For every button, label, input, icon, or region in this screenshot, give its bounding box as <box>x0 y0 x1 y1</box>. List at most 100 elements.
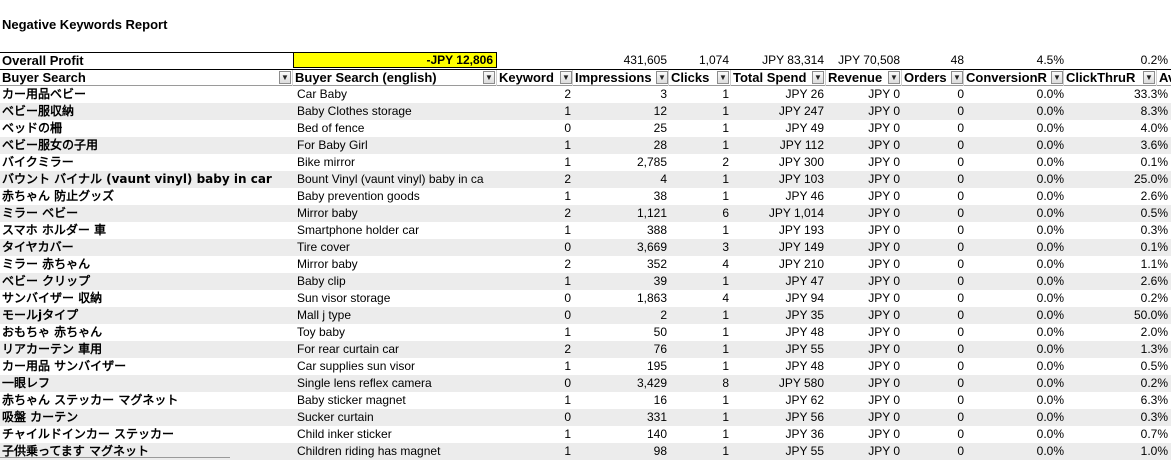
conversion-rate-cell[interactable]: 0.0% <box>966 154 1064 171</box>
conversion-rate-cell[interactable]: 0.0% <box>966 426 1064 443</box>
buyer-search-english-cell[interactable]: Baby sticker magnet <box>297 392 499 409</box>
impressions-cell[interactable]: 98 <box>575 443 667 460</box>
clicks-cell[interactable]: 2 <box>669 154 729 171</box>
click-thru-rate-cell[interactable]: 0.1% <box>1066 239 1168 256</box>
keyword-cell[interactable]: 2 <box>499 256 571 273</box>
dropdown-arrow-icon[interactable]: ▼ <box>717 71 729 84</box>
revenue-cell[interactable]: JPY 0 <box>828 324 900 341</box>
buyer-search-english-cell[interactable]: For Baby Girl <box>297 137 499 154</box>
orders-cell[interactable]: 0 <box>904 341 964 358</box>
clicks-cell[interactable]: 1 <box>669 188 729 205</box>
impressions-cell[interactable]: 3,669 <box>575 239 667 256</box>
buyer-search-cell[interactable]: サンバイザー 収納 <box>2 290 292 307</box>
click-thru-rate-cell[interactable]: 0.7% <box>1066 426 1168 443</box>
click-thru-rate-cell[interactable]: 6.3% <box>1066 392 1168 409</box>
table-row[interactable]: 一眼レフ Single lens reflex camera 0 3,429 8 JPY … <box>0 375 1171 392</box>
revenue-cell[interactable]: JPY 0 <box>828 341 900 358</box>
header-conversion-rate[interactable]: ConversionR <box>964 70 1064 86</box>
revenue-cell[interactable]: JPY 0 <box>828 188 900 205</box>
click-thru-rate-cell[interactable]: 1.1% <box>1066 256 1168 273</box>
total-spend-cell[interactable]: JPY 48 <box>731 358 824 375</box>
click-thru-rate-cell[interactable]: 2.0% <box>1066 324 1168 341</box>
total-spend-cell[interactable]: JPY 48 <box>731 324 824 341</box>
buyer-search-cell[interactable]: ベビー服収納 <box>2 103 292 120</box>
keyword-cell[interactable]: 1 <box>499 426 571 443</box>
buyer-search-english-cell[interactable]: Children riding has magnet <box>297 443 499 460</box>
conversion-rate-cell[interactable]: 0.0% <box>966 341 1064 358</box>
header-buyer-search-english[interactable]: Buyer Search (english) <box>293 70 497 86</box>
header-next-column[interactable]: Av <box>1157 70 1171 86</box>
impressions-cell[interactable]: 12 <box>575 103 667 120</box>
click-thru-rate-cell[interactable]: 1.0% <box>1066 443 1168 460</box>
keyword-cell[interactable]: 2 <box>499 341 571 358</box>
total-spend-cell[interactable]: JPY 62 <box>731 392 824 409</box>
orders-cell[interactable]: 0 <box>904 239 964 256</box>
buyer-search-english-cell[interactable]: Bount Vinyl (vaunt vinyl) baby in ca <box>297 171 499 188</box>
conversion-rate-cell[interactable]: 0.0% <box>966 290 1064 307</box>
orders-cell[interactable]: 0 <box>904 358 964 375</box>
impressions-cell[interactable]: 388 <box>575 222 667 239</box>
impressions-cell[interactable]: 2,785 <box>575 154 667 171</box>
overall-profit-value[interactable]: -JPY 12,806 <box>293 52 497 68</box>
revenue-cell[interactable]: JPY 0 <box>828 307 900 324</box>
click-thru-rate-cell[interactable]: 8.3% <box>1066 103 1168 120</box>
table-row[interactable]: ミラー 赤ちゃん Mirror baby 2 352 4 JPY 210 JPY 0 0 0.0… <box>0 256 1171 273</box>
orders-cell[interactable]: 0 <box>904 222 964 239</box>
revenue-cell[interactable]: JPY 0 <box>828 375 900 392</box>
orders-cell[interactable]: 0 <box>904 443 964 460</box>
buyer-search-cell[interactable]: タイヤカバー <box>2 239 292 256</box>
click-thru-rate-cell[interactable]: 4.0% <box>1066 120 1168 137</box>
buyer-search-english-cell[interactable]: Mirror baby <box>297 256 499 273</box>
clicks-cell[interactable]: 1 <box>669 273 729 290</box>
conversion-rate-cell[interactable]: 0.0% <box>966 375 1064 392</box>
impressions-cell[interactable]: 50 <box>575 324 667 341</box>
keyword-cell[interactable]: 2 <box>499 205 571 222</box>
conversion-rate-cell[interactable]: 0.0% <box>966 222 1064 239</box>
total-spend-cell[interactable]: JPY 49 <box>731 120 824 137</box>
table-row[interactable]: カー用品ベビー Car Baby 2 3 1 JPY 26 JPY 0 0 0.0% 33.3% <box>0 86 1171 103</box>
impressions-cell[interactable]: 28 <box>575 137 667 154</box>
clicks-cell[interactable]: 6 <box>669 205 729 222</box>
buyer-search-english-cell[interactable]: Baby prevention goods <box>297 188 499 205</box>
clicks-cell[interactable]: 1 <box>669 307 729 324</box>
clicks-cell[interactable]: 1 <box>669 392 729 409</box>
total-spend-cell[interactable]: JPY 580 <box>731 375 824 392</box>
revenue-cell[interactable]: JPY 0 <box>828 222 900 239</box>
table-row[interactable]: タイヤカバー Tire cover 0 3,669 3 JPY 149 JPY 0 0 0.0%… <box>0 239 1171 256</box>
table-row[interactable]: サンバイザー 収納 Sun visor storage 0 1,863 4 JPY 94 J… <box>0 290 1171 307</box>
keyword-cell[interactable]: 1 <box>499 103 571 120</box>
dropdown-arrow-icon[interactable]: ▼ <box>656 71 668 84</box>
click-thru-rate-cell[interactable]: 0.3% <box>1066 409 1168 426</box>
buyer-search-cell[interactable]: 吸盤 カーテン <box>2 409 292 426</box>
buyer-search-cell[interactable]: カー用品ベビー <box>2 86 292 103</box>
buyer-search-english-cell[interactable]: Bike mirror <box>297 154 499 171</box>
total-spend-cell[interactable]: JPY 35 <box>731 307 824 324</box>
buyer-search-cell[interactable]: おもちゃ 赤ちゃん <box>2 324 292 341</box>
buyer-search-english-cell[interactable]: Child inker sticker <box>297 426 499 443</box>
conversion-rate-cell[interactable]: 0.0% <box>966 171 1064 188</box>
conversion-rate-cell[interactable]: 0.0% <box>966 273 1064 290</box>
table-row[interactable]: ベビー服女の子用 For Baby Girl 1 28 1 JPY 112 JPY 0 0 0.… <box>0 137 1171 154</box>
buyer-search-cell[interactable]: チャイルドインカー ステッカー <box>2 426 292 443</box>
buyer-search-cell[interactable]: ミラー 赤ちゃん <box>2 256 292 273</box>
click-thru-rate-cell[interactable]: 0.2% <box>1066 290 1168 307</box>
conversion-rate-cell[interactable]: 0.0% <box>966 103 1064 120</box>
click-thru-rate-cell[interactable]: 3.6% <box>1066 137 1168 154</box>
orders-cell[interactable]: 0 <box>904 137 964 154</box>
clicks-cell[interactable]: 1 <box>669 443 729 460</box>
buyer-search-cell[interactable]: ベッドの柵 <box>2 120 292 137</box>
revenue-cell[interactable]: JPY 0 <box>828 443 900 460</box>
total-spend-cell[interactable]: JPY 193 <box>731 222 824 239</box>
impressions-cell[interactable]: 16 <box>575 392 667 409</box>
total-spend-cell[interactable]: JPY 103 <box>731 171 824 188</box>
keyword-cell[interactable]: 0 <box>499 375 571 392</box>
conversion-rate-cell[interactable]: 0.0% <box>966 86 1064 103</box>
table-row[interactable]: 赤ちゃん ステッカー マグネット Baby sticker magnet 1 16 1 J… <box>0 392 1171 409</box>
keyword-cell[interactable]: 2 <box>499 86 571 103</box>
total-spend-cell[interactable]: JPY 46 <box>731 188 824 205</box>
orders-cell[interactable]: 0 <box>904 256 964 273</box>
revenue-cell[interactable]: JPY 0 <box>828 205 900 222</box>
buyer-search-english-cell[interactable]: Baby clip <box>297 273 499 290</box>
revenue-cell[interactable]: JPY 0 <box>828 154 900 171</box>
total-spend-cell[interactable]: JPY 210 <box>731 256 824 273</box>
